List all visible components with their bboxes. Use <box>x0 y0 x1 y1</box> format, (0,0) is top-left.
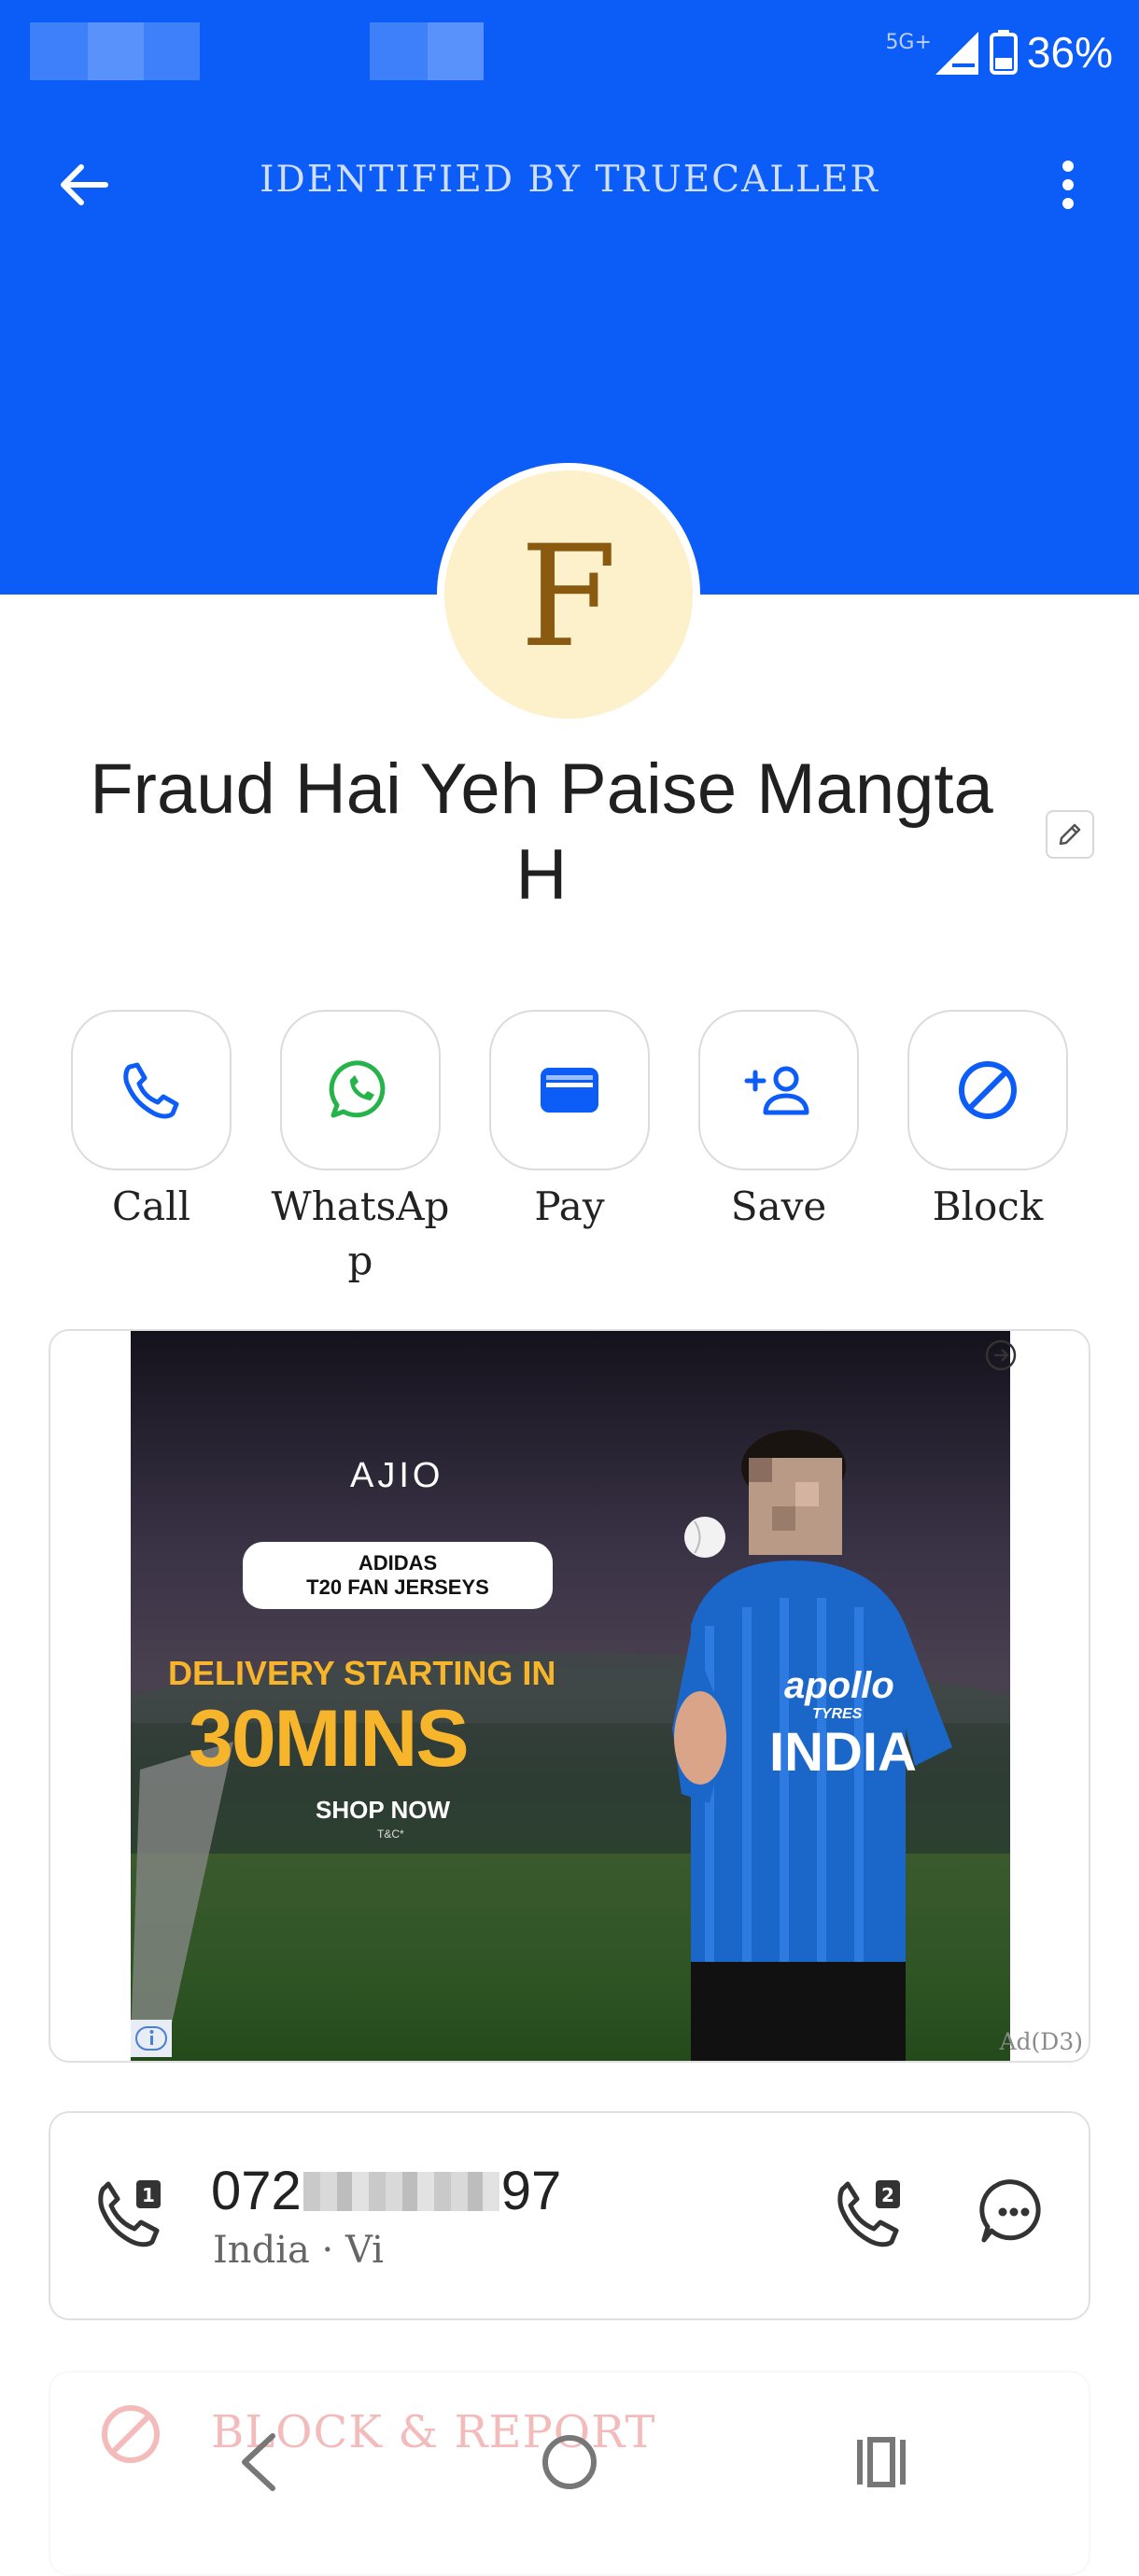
call-sim2-icon[interactable]: 2 <box>835 2175 907 2247</box>
ad-cricketer-graphic: apollo TYRES INDIA <box>672 1421 990 2061</box>
paper-peel-graphic <box>131 1742 233 2040</box>
svg-text:1: 1 <box>142 2184 155 2206</box>
battery-icon <box>989 30 1018 75</box>
pay-label: Pay <box>534 1183 605 1229</box>
jersey-text: INDIA <box>769 1722 917 1783</box>
more-options-button[interactable] <box>1046 153 1090 217</box>
status-bar-redacted <box>370 22 428 80</box>
jersey-sponsor: apollo <box>784 1665 894 1706</box>
pencil-icon <box>1059 823 1081 846</box>
info-icon <box>135 2026 167 2051</box>
status-bar-redacted <box>30 22 88 80</box>
call-button[interactable] <box>71 1010 232 1170</box>
nav-recents-icon[interactable] <box>853 2434 909 2490</box>
ad-image[interactable]: AJIO ADIDAS T20 FAN JERSEYS DELIVERY STA… <box>131 1331 1010 2061</box>
signal-icon <box>935 32 978 75</box>
ad-big-text: 30MINS <box>189 1694 470 1784</box>
save-action[interactable]: Save <box>674 1010 883 1234</box>
ad-banner[interactable]: AJIO ADIDAS T20 FAN JERSEYS DELIVERY STA… <box>49 1329 1090 2063</box>
block-action[interactable]: Block <box>883 1010 1092 1234</box>
battery-percentage: 36% <box>1026 28 1113 77</box>
arrow-left-icon <box>61 164 108 205</box>
block-report-icon <box>102 2405 160 2463</box>
ad-pill-line2: T20 FAN JERSEYS <box>306 1575 489 1599</box>
ad-pill-line1: ADIDAS <box>358 1551 438 1575</box>
whatsapp-label: WhatsApp <box>271 1183 450 1283</box>
ad-cta[interactable]: SHOP NOW <box>316 1796 450 1825</box>
edit-name-button[interactable] <box>1046 810 1094 859</box>
ad-product-pill: ADIDAS T20 FAN JERSEYS <box>243 1542 553 1609</box>
call-action[interactable]: Call <box>47 1010 256 1234</box>
ad-headline: DELIVERY STARTING IN <box>168 1654 556 1692</box>
phone-number-prefix: 072 <box>211 2161 302 2221</box>
more-vertical-icon <box>1062 161 1074 209</box>
nav-back-icon[interactable] <box>232 2427 284 2498</box>
avatar: F <box>437 463 700 726</box>
ad-info-button[interactable] <box>131 2020 172 2057</box>
block-label: Block <box>932 1183 1044 1229</box>
save-label: Save <box>730 1183 827 1229</box>
whatsapp-icon <box>329 1060 386 1118</box>
ad-fine-print: T&C* <box>377 1827 404 1841</box>
status-bar-redacted <box>88 22 144 80</box>
phone-icon <box>123 1062 179 1119</box>
ad-brand: AJIO <box>350 1456 444 1495</box>
redacted-digits <box>302 2171 499 2211</box>
ad-choices-icon[interactable] <box>984 1338 1018 1372</box>
back-button[interactable] <box>54 155 114 215</box>
network-label: 5G+ <box>885 30 932 54</box>
whatsapp-action[interactable]: WhatsApp <box>256 1010 465 1288</box>
pay-button[interactable] <box>489 1010 650 1170</box>
nav-home-icon[interactable] <box>538 2430 601 2494</box>
block-icon <box>959 1061 1017 1119</box>
status-bar-redacted <box>428 22 484 80</box>
call-sim1-icon[interactable]: 1 <box>95 2175 168 2247</box>
wallet-icon <box>541 1068 598 1113</box>
message-icon[interactable] <box>977 2175 1051 2249</box>
contact-name: Fraud Hai Yeh Paise Mangta H <box>90 749 993 915</box>
call-label: Call <box>111 1183 191 1229</box>
block-button[interactable] <box>907 1010 1068 1170</box>
pay-action[interactable]: Pay <box>465 1010 674 1234</box>
phone-number[interactable]: 072 97 <box>211 2160 561 2222</box>
header-title: IDENTIFIED BY TRUECALLER <box>260 159 879 201</box>
phone-number-suffix: 97 <box>500 2161 562 2221</box>
phone-number-meta: India · Vi <box>213 2229 384 2272</box>
whatsapp-button[interactable] <box>280 1010 441 1170</box>
svg-text:2: 2 <box>881 2184 894 2206</box>
status-bar-redacted <box>144 22 200 80</box>
save-button[interactable] <box>698 1010 859 1170</box>
ad-label: Ad(D3) <box>999 2028 1083 2055</box>
avatar-letter: F <box>519 516 618 679</box>
add-person-icon <box>744 1066 809 1115</box>
status-bar-right: 5G+ 36% <box>885 24 1113 80</box>
phone-number-card[interactable]: 1 072 97 India · Vi 2 <box>49 2111 1090 2320</box>
